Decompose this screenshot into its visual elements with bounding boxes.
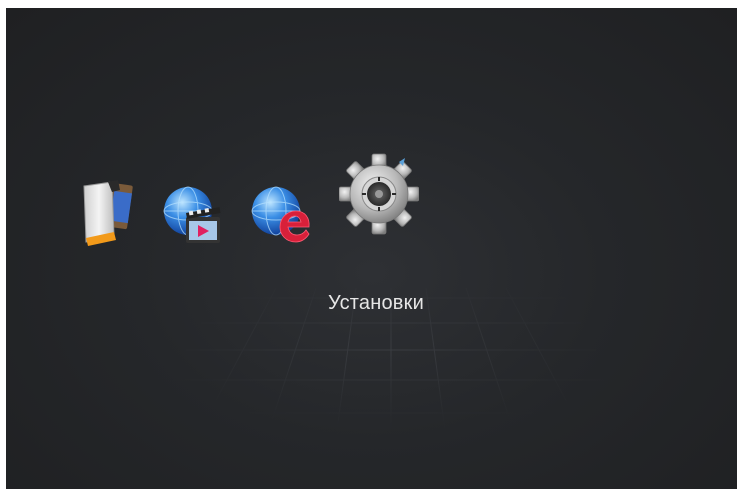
selected-item-label: Установки <box>328 292 424 314</box>
media-files-icon <box>78 178 136 248</box>
settings-gear-icon <box>339 148 419 238</box>
online-video-icon <box>160 183 224 247</box>
media-files-button[interactable] <box>78 178 136 248</box>
web-browser-button[interactable] <box>248 183 312 247</box>
tv-home-screen: Установки <box>6 8 737 489</box>
online-video-button[interactable] <box>160 183 224 247</box>
settings-button[interactable] <box>339 148 419 238</box>
web-browser-icon <box>248 183 312 247</box>
